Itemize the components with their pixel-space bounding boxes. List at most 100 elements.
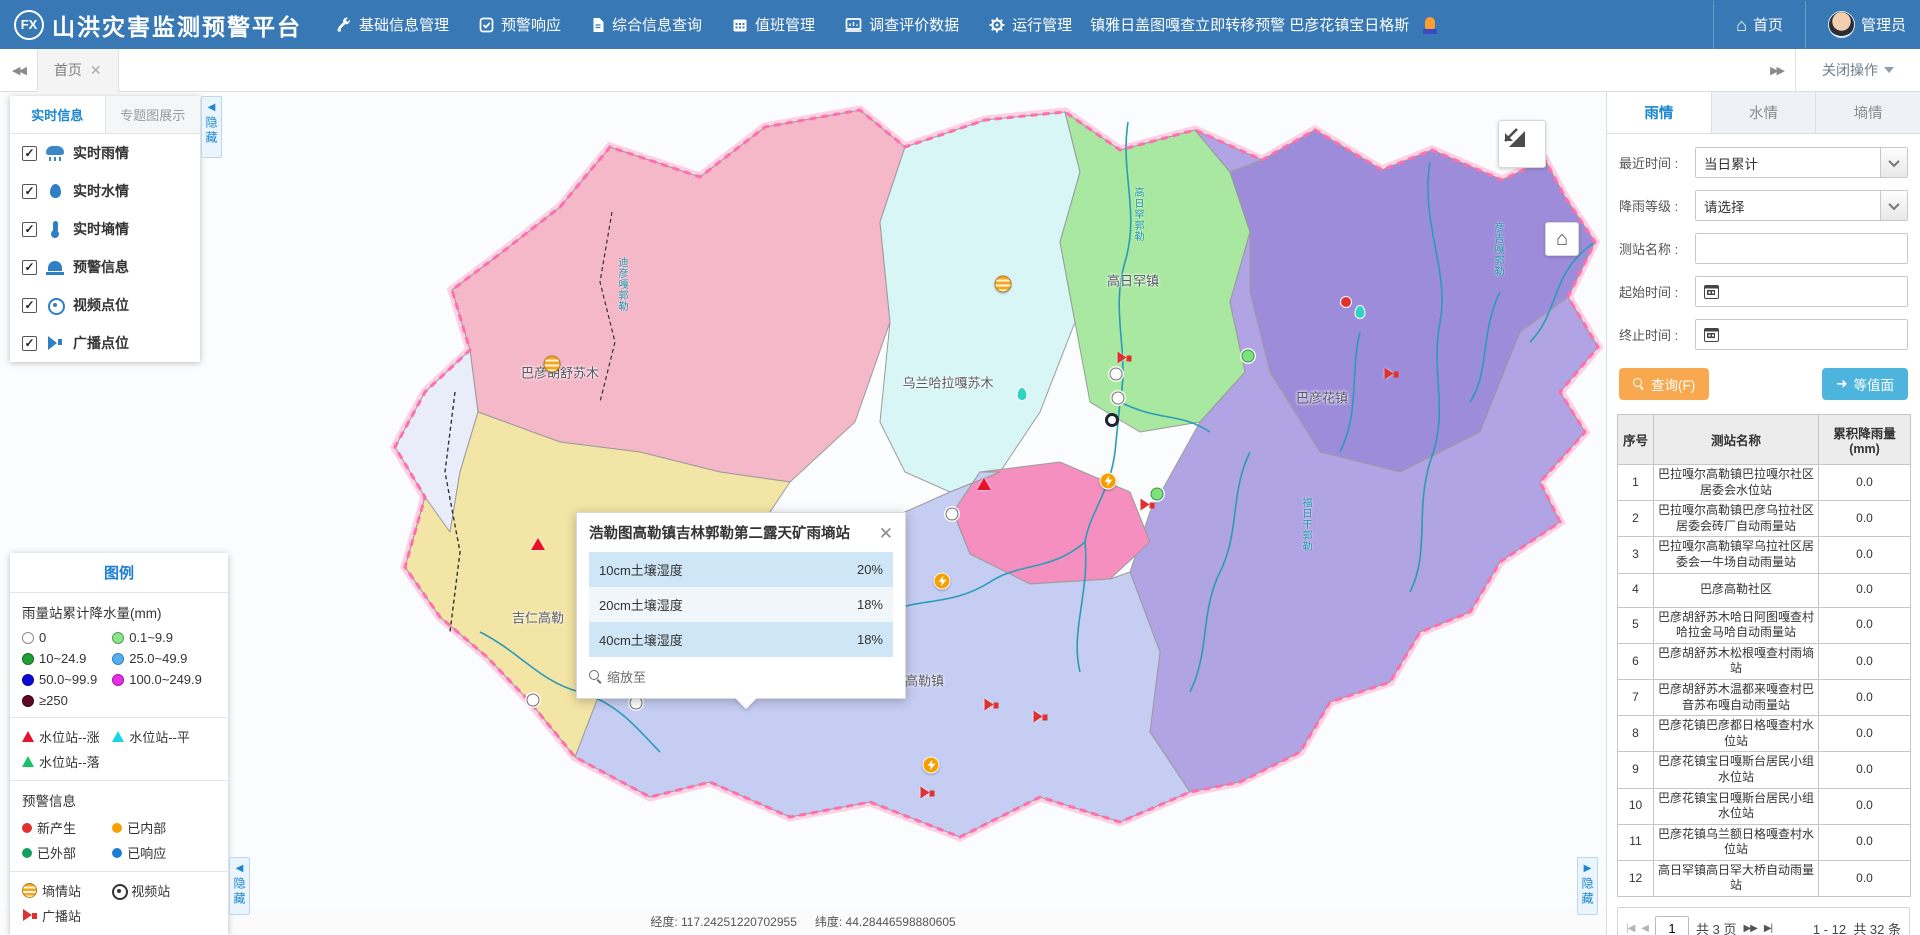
alert-ticker[interactable]: 镇雅日盖图嘎查立即转移预警 巴彦花镇宝日格斯 bbox=[1090, 14, 1695, 35]
legend-collapse-button[interactable]: ◀ 隐藏 bbox=[229, 857, 250, 915]
magnifier-icon bbox=[1633, 378, 1645, 390]
menu-item-warning-response[interactable]: 预警响应 bbox=[479, 14, 561, 35]
cyan-drop-marker[interactable] bbox=[1017, 387, 1028, 401]
table-row[interactable]: 3巴拉嘎尔高勒镇罕乌拉社区居委会一牛场自动雨量站0.0 bbox=[1618, 537, 1911, 573]
query-panel-collapse-button[interactable]: ▶ 隐藏 bbox=[1577, 857, 1598, 915]
table-row[interactable]: 11巴彦花镇乌兰额日格嘎查村水位站0.0 bbox=[1618, 824, 1911, 860]
home-link[interactable]: ⌂ 首页 bbox=[1736, 14, 1783, 35]
query-button[interactable]: 查询(F) bbox=[1619, 368, 1709, 400]
map-canvas[interactable]: 巴彦胡舒苏木乌兰哈拉嘎苏木高日罕镇巴彦花镇吉仁高勒浩勒图高勒镇 迪彦嘎郭勒高日罕… bbox=[0, 92, 1606, 935]
speaker-marker[interactable] bbox=[984, 699, 999, 712]
tab-water[interactable]: 水情 bbox=[1711, 92, 1816, 133]
recent-time-select[interactable]: 当日累计 bbox=[1695, 147, 1908, 178]
menu-item-info-query[interactable]: 综合信息查询 bbox=[591, 14, 702, 35]
alarm-lamp-icon bbox=[1423, 16, 1437, 34]
tab-realtime-info[interactable]: 实时信息 bbox=[10, 96, 105, 133]
menu-item-survey-data[interactable]: 调查评价数据 bbox=[845, 14, 959, 35]
last-page-icon[interactable]: ▶| bbox=[1764, 923, 1772, 934]
checkbox[interactable]: ✓ bbox=[22, 336, 37, 351]
popup-close-icon[interactable]: ✕ bbox=[879, 525, 893, 542]
table-row[interactable]: 2巴拉嘎尔高勒镇巴彦乌拉社区居委会砖厂自动雨量站0.0 bbox=[1618, 501, 1911, 537]
tab-scroll-right-icon[interactable]: ▶▶ bbox=[1758, 64, 1795, 77]
checkbox[interactable]: ✓ bbox=[22, 298, 37, 313]
table-row[interactable]: 7巴彦胡舒苏木温都来嘎查村巴音苏布嘎自动雨量站0.0 bbox=[1618, 679, 1911, 715]
tab-close-icon[interactable]: ✕ bbox=[90, 62, 102, 79]
black-ring-marker[interactable] bbox=[1105, 413, 1119, 427]
station-name-input[interactable] bbox=[1695, 233, 1908, 264]
white-circle-marker[interactable] bbox=[527, 694, 540, 707]
lightning-marker[interactable] bbox=[923, 757, 940, 774]
start-time-picker[interactable] bbox=[1695, 276, 1908, 307]
checkbox[interactable]: ✓ bbox=[22, 260, 37, 275]
lightning-marker[interactable] bbox=[1100, 473, 1117, 490]
layer-item-broadcast[interactable]: ✓ 广播点位 bbox=[10, 324, 200, 362]
white-circle-marker[interactable] bbox=[1112, 392, 1125, 405]
water-drop-icon bbox=[46, 182, 64, 200]
speaker-marker[interactable] bbox=[1384, 368, 1399, 381]
lightning-marker[interactable] bbox=[934, 573, 951, 590]
white-circle-marker[interactable] bbox=[946, 508, 959, 521]
speaker-marker[interactable] bbox=[1140, 499, 1155, 512]
layer-item-warning[interactable]: ✓ 预警信息 bbox=[10, 248, 200, 286]
end-time-picker[interactable] bbox=[1695, 319, 1908, 350]
layer-item-video[interactable]: ✓ 视频点位 bbox=[10, 286, 200, 324]
table-row[interactable]: 1巴拉嘎尔高勒镇巴拉嘎尔社区居委会水位站0.0 bbox=[1618, 465, 1911, 501]
zoom-to-link[interactable]: 缩放至 bbox=[577, 657, 905, 698]
checkbox[interactable]: ✓ bbox=[22, 146, 37, 161]
checkbox[interactable]: ✓ bbox=[22, 222, 37, 237]
header-right: ⌂ 首页 管理员 bbox=[1713, 1, 1906, 49]
red-triangle-marker[interactable] bbox=[531, 538, 545, 550]
table-row[interactable]: 4巴彦高勒社区0.0 bbox=[1618, 573, 1911, 607]
menu-item-duty[interactable]: 值班管理 bbox=[732, 14, 815, 35]
page-tabbar: ◀◀ 首页 ✕ ▶▶ 关闭操作 bbox=[0, 49, 1920, 92]
green-circle-marker[interactable] bbox=[1242, 350, 1255, 363]
tab-rain[interactable]: 雨情 bbox=[1607, 92, 1711, 133]
layers-panel-collapse-button[interactable]: ◀ 隐藏 bbox=[201, 96, 222, 158]
layer-item-water[interactable]: ✓ 实时水情 bbox=[10, 172, 200, 210]
next-page-icon[interactable]: ▶▶ bbox=[1743, 923, 1756, 934]
overview-map-toggle-button[interactable] bbox=[1498, 120, 1546, 168]
app-header: FX 山洪灾害监测预警平台 基础信息管理 预警响应 综合信息查询 值班管理 调查… bbox=[0, 0, 1920, 49]
table-row[interactable]: 10巴彦花镇宝日嘎斯台居民小组水位站0.0 bbox=[1618, 788, 1911, 824]
speaker-marker[interactable] bbox=[920, 787, 935, 800]
page-number-input[interactable] bbox=[1655, 916, 1689, 935]
table-row[interactable]: 5巴彦胡舒苏木哈日阿图嘎查村哈拉金马哈自动雨量站0.0 bbox=[1618, 607, 1911, 643]
tab-soil[interactable]: 墒情 bbox=[1815, 92, 1920, 133]
soil-marker[interactable] bbox=[544, 356, 561, 373]
soil-marker[interactable] bbox=[995, 276, 1012, 293]
close-operations-dropdown[interactable]: 关闭操作 bbox=[1795, 49, 1920, 91]
prev-page-icon[interactable]: ◀ bbox=[1641, 923, 1648, 934]
white-circle-marker[interactable] bbox=[1110, 368, 1123, 381]
table-row[interactable]: 6巴彦胡舒苏木松根嘎查村雨墒站0.0 bbox=[1618, 643, 1911, 679]
header-divider bbox=[1805, 1, 1806, 49]
menu-item-basic-info[interactable]: 基础信息管理 bbox=[336, 14, 449, 35]
popup-row: 20cm土壤湿度 18% bbox=[589, 587, 893, 622]
layer-item-rain[interactable]: ✓ 实时雨情 bbox=[10, 134, 200, 172]
menu-item-operation[interactable]: 运行管理 bbox=[989, 14, 1072, 35]
station-name-label: 测站名称 : bbox=[1619, 239, 1695, 258]
legend-rain-title: 雨量站累计降水量(mm) bbox=[22, 602, 216, 622]
legend-stations: 墒情站 视频站 广播站 bbox=[22, 881, 216, 925]
cyan-drop-marker[interactable] bbox=[1355, 305, 1366, 319]
table-row[interactable]: 12高日罕镇高日罕大桥自动雨量站0.0 bbox=[1618, 860, 1911, 896]
table-row[interactable]: 8巴彦花镇巴彦都日格嘎查村水位站0.0 bbox=[1618, 716, 1911, 752]
total-pages-label: 共 3 页 bbox=[1696, 919, 1736, 935]
tab-home[interactable]: 首页 ✕ bbox=[37, 49, 119, 92]
calendar-icon bbox=[1704, 328, 1719, 342]
checkbox[interactable]: ✓ bbox=[22, 184, 37, 199]
tab-thematic-maps[interactable]: 专题图展示 bbox=[105, 96, 201, 133]
rain-level-select[interactable]: 请选择 bbox=[1695, 190, 1908, 221]
red-dot-marker[interactable] bbox=[1340, 296, 1352, 308]
first-page-icon[interactable]: |◀ bbox=[1626, 923, 1634, 934]
layer-item-soil[interactable]: ✓ 实时墒情 bbox=[10, 210, 200, 248]
monitor-icon bbox=[845, 17, 862, 33]
user-menu[interactable]: 管理员 bbox=[1828, 11, 1906, 38]
speaker-marker[interactable] bbox=[1033, 711, 1048, 724]
isoline-button[interactable]: ➜ 等值面 bbox=[1822, 368, 1908, 400]
speaker-marker[interactable] bbox=[1117, 352, 1132, 365]
red-triangle-marker[interactable] bbox=[977, 478, 991, 490]
tab-scroll-left-icon[interactable]: ◀◀ bbox=[0, 64, 37, 77]
map-home-button[interactable]: ⌂ bbox=[1545, 222, 1579, 256]
home-extent-icon: ⌂ bbox=[1556, 228, 1568, 251]
table-row[interactable]: 9巴彦花镇宝日嘎斯台居民小组水位站0.0 bbox=[1618, 752, 1911, 788]
